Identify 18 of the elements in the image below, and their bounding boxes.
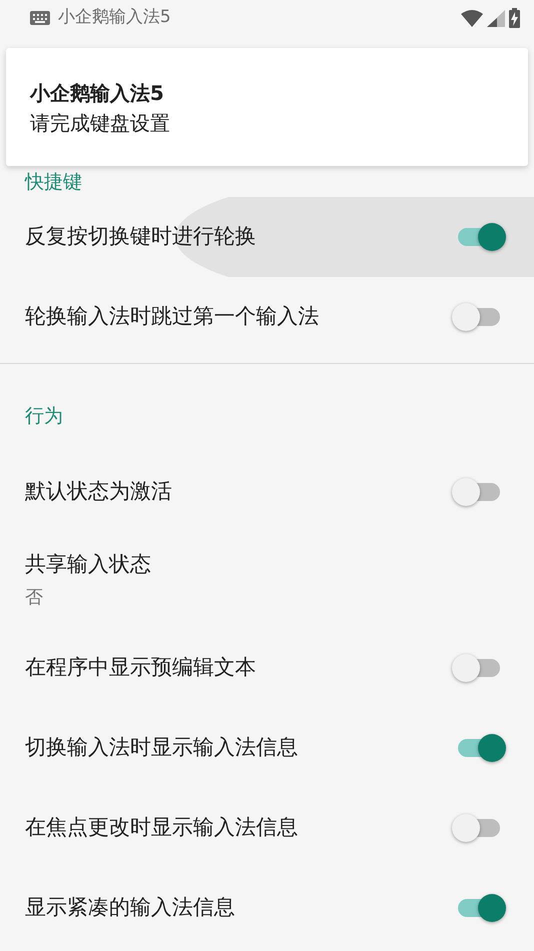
setting-label: 轮换输入法时跳过第一个输入法 [25,302,319,330]
setting-label: 切换输入法时显示输入法信息 [25,734,298,762]
signal-icon [487,10,505,26]
setting-label: 反复按切换键时进行轮换 [25,222,256,250]
battery-icon [509,8,520,28]
wifi-icon [461,10,483,26]
setting-label: 显示紧凑的输入法信息 [25,894,235,922]
section-header: 行为 [24,404,64,428]
setting-label: 默认状态为激活 [25,478,172,506]
notification-title: 小企鹅输入法5 [58,6,171,30]
setting-label: 在程序中显示预编辑文本 [25,654,256,682]
section-header: 快捷键 [24,170,83,195]
keyboard-icon [30,11,50,25]
setting-label: 在焦点更改时显示输入法信息 [25,814,298,842]
setting-label: 共享输入状态 [25,550,151,578]
notification-title: 小企鹅输入法5 [30,80,165,107]
setting-value: 否 [25,586,44,610]
notification-text: 请完成键盘设置 [30,110,171,137]
